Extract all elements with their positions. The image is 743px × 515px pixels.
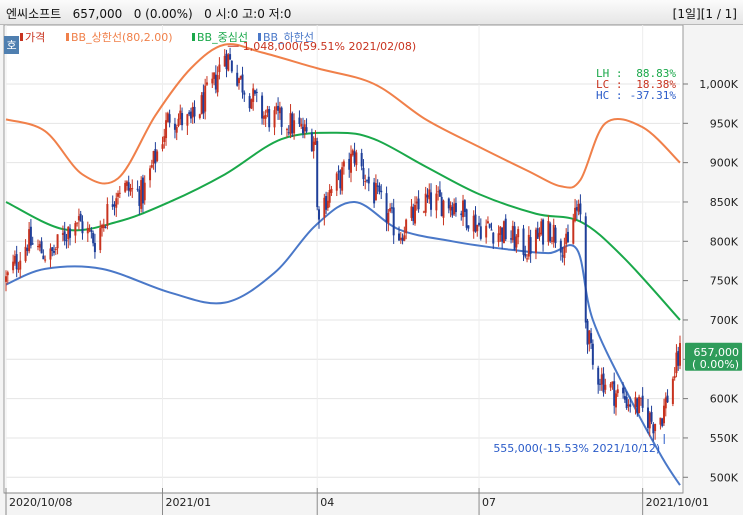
legend-item[interactable]: BB_상한선(80,2.00) [66, 31, 173, 44]
legend-swatch [192, 33, 195, 41]
y-tick-label: 500K [710, 471, 739, 484]
chart-header: 엔씨소프트 657,000 0 (0.00%) 0 시:0 고:0 저:0 [1… [0, 0, 743, 25]
x-tick-label: 2020/10/08 [9, 496, 72, 509]
x-tick-label: 04 [320, 496, 334, 509]
y-tick-label: 800K [710, 235, 739, 248]
x-tick-label: 07 [482, 496, 496, 509]
y-tick-label: 750K [710, 275, 739, 288]
y-tick-label: 900K [710, 157, 739, 170]
candle [230, 60, 233, 74]
x-tick-label: 2021/01 [165, 496, 211, 509]
stock-name: 엔씨소프트 [6, 7, 62, 21]
current-change-label: ( 0.00%) [692, 358, 739, 371]
y-tick-label: 550K [710, 432, 739, 445]
candlestick-chart[interactable]: 1,048,000(59.51% 2021/02/08)555,000(-15.… [0, 25, 743, 515]
legend-label: 가격 [25, 31, 45, 44]
candle [465, 208, 468, 231]
candle [140, 176, 143, 213]
candle [316, 137, 319, 211]
y-tick-label: 600K [710, 393, 739, 406]
period-button[interactable]: [1일] [673, 7, 701, 21]
candle [502, 220, 505, 244]
page-indicator[interactable]: [1 / 1] [701, 7, 737, 21]
stock-info: 엔씨소프트 657,000 0 (0.00%) 0 시:0 고:0 저:0 [6, 5, 291, 22]
legend-swatch [258, 33, 261, 41]
candle [661, 417, 664, 428]
legend-swatch [66, 33, 69, 41]
stat-value: -37.31% [630, 89, 677, 102]
y-tick-label: 850K [710, 196, 739, 209]
price-change: 0 (0.00%) [133, 7, 193, 21]
legend-label: BB_상한선(80,2.00) [71, 31, 173, 44]
x-tick-label: 2021/10/01 [646, 496, 709, 509]
ohlc-values: 시:0 고:0 저:0 [215, 7, 292, 21]
chart-tab-label: 호 [6, 39, 16, 52]
y-tick-label: 1,000K [699, 78, 738, 91]
candle [250, 98, 253, 110]
y-tick-label: 700K [710, 314, 739, 327]
low-annotation: 555,000(-15.53% 2021/10/12) [493, 442, 660, 455]
y-tick-label: 950K [710, 117, 739, 130]
legend-label: BB_하한선 [263, 30, 314, 44]
candle [166, 111, 169, 123]
candle [584, 212, 587, 329]
candle [200, 92, 203, 115]
candle [227, 53, 230, 72]
candle [549, 221, 552, 243]
current-price: 657,000 [72, 7, 123, 21]
legend-item[interactable]: BB_하한선 [258, 30, 314, 44]
candle [291, 111, 294, 137]
legend-item[interactable]: BB_중심선 [192, 31, 248, 44]
candle [638, 394, 641, 414]
legend-swatch [20, 33, 23, 41]
candle [671, 376, 674, 407]
legend-label: BB_중심선 [197, 31, 248, 44]
volume: 0 [204, 7, 212, 21]
stat-label: HC : [596, 89, 623, 102]
